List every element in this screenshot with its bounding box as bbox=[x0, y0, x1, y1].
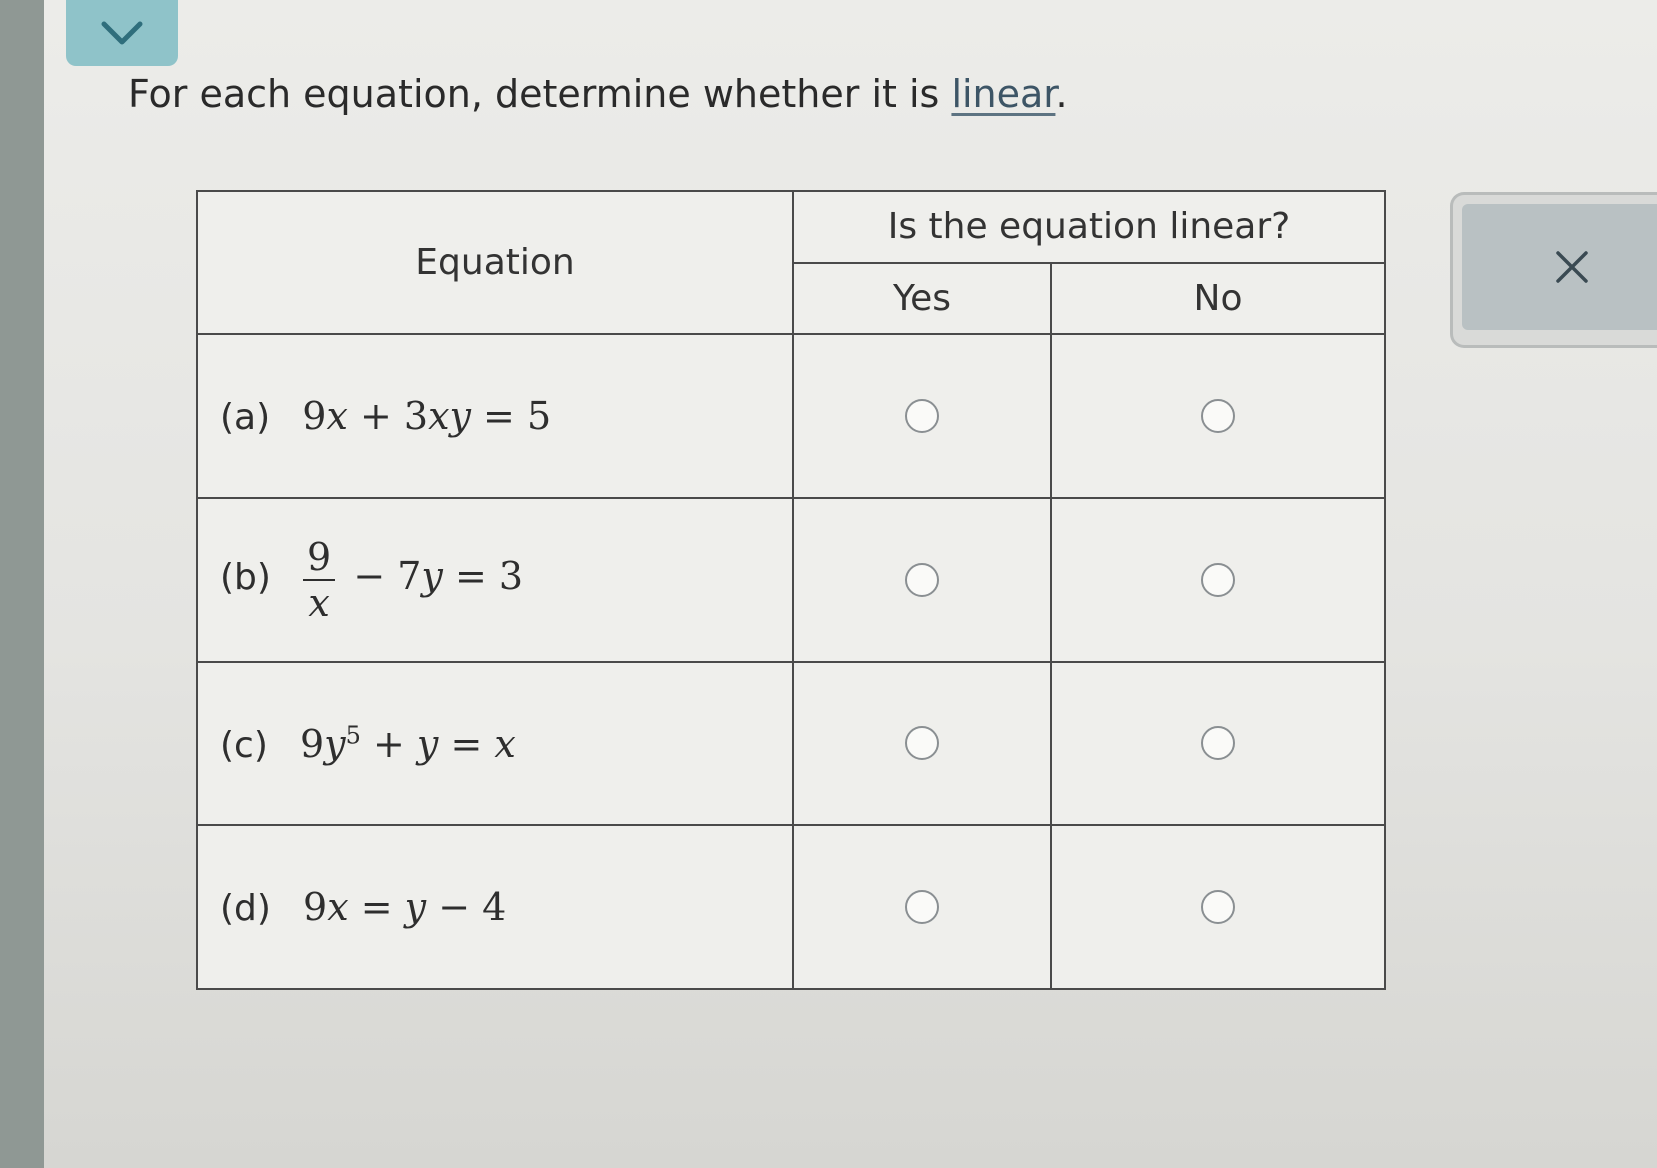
yes-column-header: Yes bbox=[792, 261, 1052, 336]
chevron-down-icon bbox=[101, 21, 143, 45]
linearity-table: Equation Is the equation linear? Yes No … bbox=[196, 189, 1386, 990]
equation-a: 9x + 3xy = 5 bbox=[302, 394, 552, 439]
radio-yes-c[interactable] bbox=[905, 726, 939, 761]
yes-cell-a bbox=[792, 333, 1052, 499]
table-row: (b) 9x − 7y = 3 bbox=[196, 496, 1386, 663]
part-label: (a) bbox=[220, 397, 271, 439]
equation-cell-d: (d) 9x = y − 4 bbox=[196, 824, 794, 990]
no-cell-a bbox=[1050, 333, 1386, 499]
prompt-period: . bbox=[1055, 72, 1068, 116]
radio-no-c[interactable] bbox=[1201, 726, 1235, 761]
x-icon bbox=[1556, 251, 1588, 283]
linear-question-header: Is the equation linear? bbox=[792, 190, 1386, 264]
yes-cell-b bbox=[792, 496, 1052, 663]
left-edge-strip bbox=[0, 0, 44, 1168]
equation-column-header: Equation bbox=[196, 189, 794, 336]
no-cell-c bbox=[1050, 660, 1386, 827]
equation-cell-c: (c) 9y5 + y = x bbox=[196, 660, 794, 827]
equation-cell-b: (b) 9x − 7y = 3 bbox=[196, 496, 794, 663]
part-label: (b) bbox=[220, 557, 271, 599]
table-row: (c) 9y5 + y = x bbox=[196, 660, 1386, 827]
radio-no-b[interactable] bbox=[1201, 562, 1235, 597]
part-label: (c) bbox=[220, 724, 268, 766]
no-cell-d bbox=[1050, 824, 1386, 990]
equation-c: 9y5 + y = x bbox=[299, 721, 516, 766]
radio-yes-d[interactable] bbox=[905, 890, 939, 925]
equation-b: 9x − 7y = 3 bbox=[303, 535, 523, 625]
radio-no-d[interactable] bbox=[1201, 890, 1235, 925]
yes-cell-c bbox=[792, 660, 1052, 827]
clear-button[interactable] bbox=[1462, 204, 1657, 330]
equation-d: 9x = y − 4 bbox=[303, 885, 507, 930]
radio-yes-b[interactable] bbox=[905, 562, 939, 597]
collapse-button[interactable] bbox=[66, 0, 178, 66]
no-cell-b bbox=[1050, 496, 1386, 663]
table-row: (a) 9x + 3xy = 5 bbox=[196, 333, 1386, 499]
yes-cell-d bbox=[792, 824, 1052, 990]
part-label: (d) bbox=[220, 888, 271, 930]
fraction: 9x bbox=[303, 535, 336, 625]
equation-cell-a: (a) 9x + 3xy = 5 bbox=[196, 333, 794, 499]
radio-no-a[interactable] bbox=[1201, 399, 1235, 434]
table-row: (d) 9x = y − 4 bbox=[196, 824, 1386, 990]
prompt-text: For each equation, determine whether it … bbox=[128, 72, 940, 116]
question-prompt: For each equation, determine whether it … bbox=[128, 72, 1068, 116]
linear-definition-link[interactable]: linear bbox=[951, 72, 1055, 116]
radio-yes-a[interactable] bbox=[905, 399, 939, 434]
no-column-header: No bbox=[1050, 261, 1386, 336]
